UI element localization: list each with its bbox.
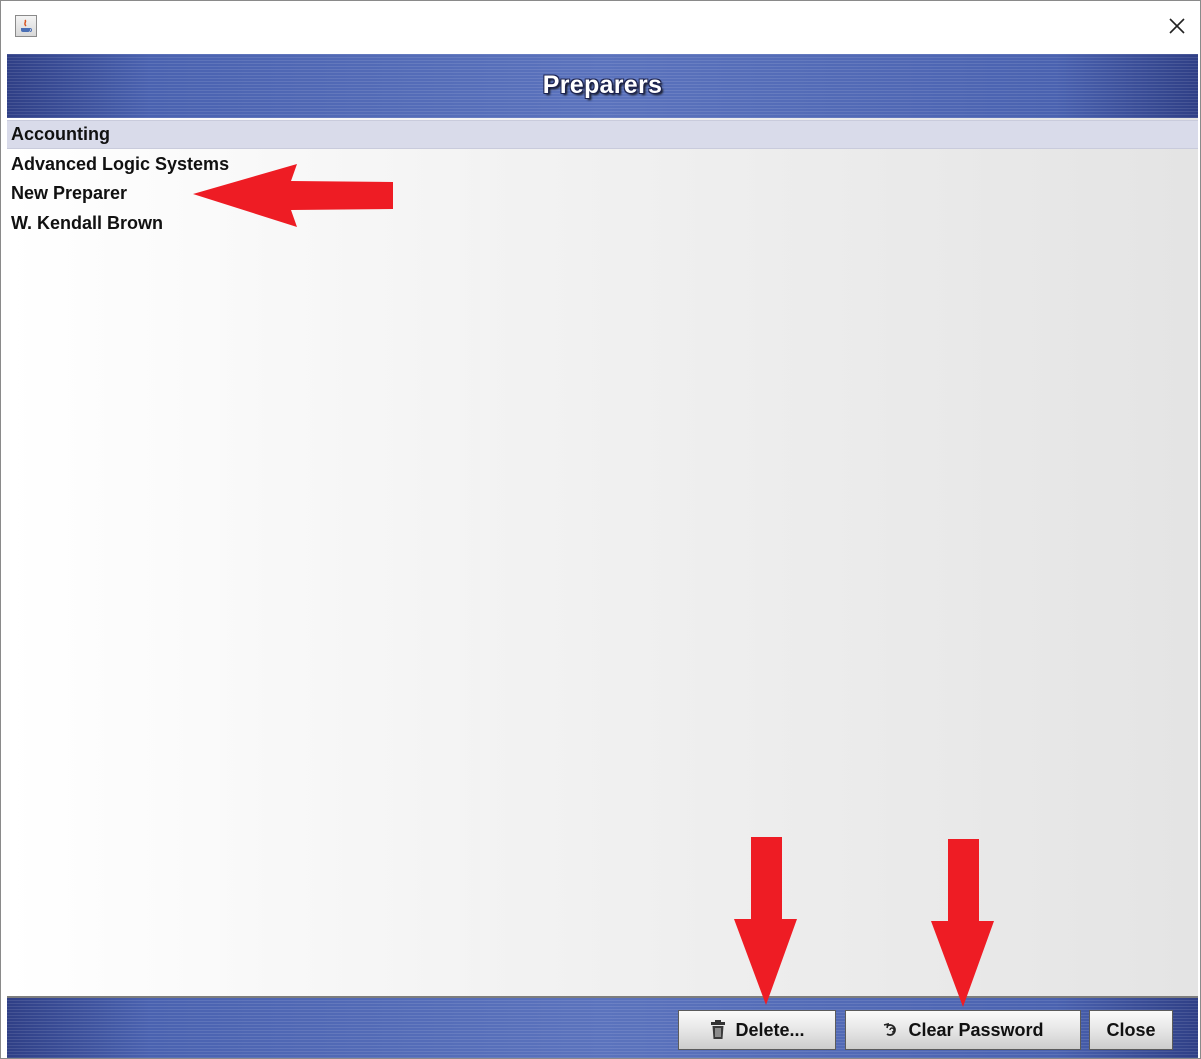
preparers-dialog: Preparers Accounting Advanced Logic Syst… [0,0,1201,1059]
bottom-toolbar: Delete... Clear Password Close [7,998,1198,1058]
clear-password-button-label: Clear Password [908,1019,1044,1040]
list-item[interactable]: New Preparer [7,179,1198,208]
preparers-list[interactable]: Accounting Advanced Logic Systems New Pr… [7,118,1198,998]
list-item[interactable]: W. Kendall Brown [7,209,1198,238]
close-button-label: Close [1106,1019,1156,1040]
page-title: Preparers [542,71,663,99]
clear-password-button[interactable]: Clear Password [845,1010,1081,1050]
trash-icon [709,1020,727,1040]
delete-button-label: Delete... [735,1019,805,1040]
list-item[interactable]: Accounting [7,120,1198,149]
delete-button[interactable]: Delete... [678,1010,836,1050]
close-button[interactable]: Close [1089,1010,1173,1050]
reset-icon [882,1020,900,1040]
list-item[interactable]: Advanced Logic Systems [7,150,1198,179]
title-bar [1,1,1200,54]
close-icon[interactable] [1162,11,1192,41]
java-app-icon [15,15,37,37]
header-banner: Preparers [7,54,1198,118]
